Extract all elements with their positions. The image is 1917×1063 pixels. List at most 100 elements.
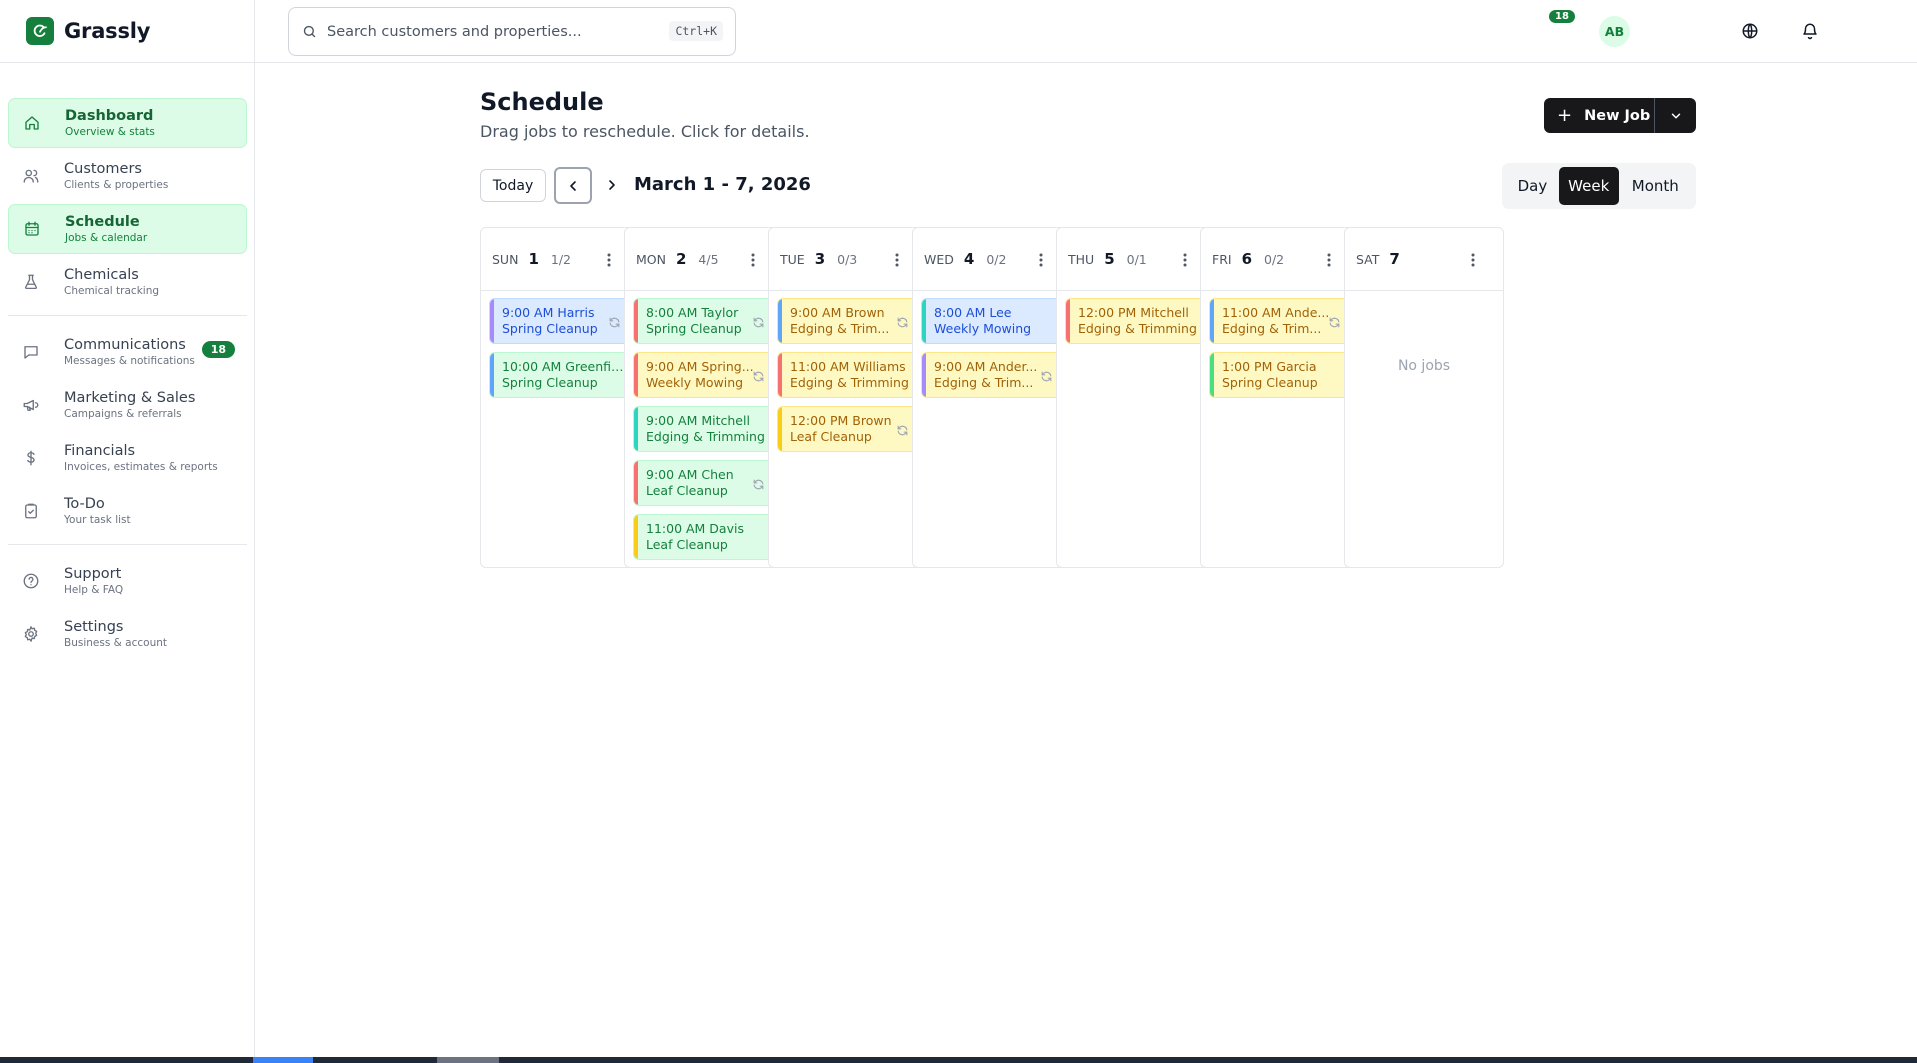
day-number: 2 [675, 250, 687, 268]
job-service: Spring Cleanup [502, 375, 598, 390]
day-jobs: 8:00 AM Lee Weekly Mowing 9:00 AM Ander...… [913, 291, 1071, 398]
sidebar-item-communications[interactable]: Communications Messages & notifications 18 [8, 327, 247, 377]
day-column-fri[interactable]: FRI 6 0/2 11:00 AM Ande... Edging & Trim... 1… [1200, 227, 1360, 568]
sidebar-item-schedule[interactable]: Schedule Jobs & calendar [8, 204, 247, 254]
avatar[interactable]: AB [1599, 16, 1630, 47]
sidebar-item-support[interactable]: Support Help & FAQ [8, 556, 247, 606]
job-time-customer: 9:00 AM Ander... [934, 359, 1038, 374]
sidebar-item-label: Financials [64, 442, 136, 459]
next-week-button[interactable] [600, 173, 624, 197]
sidebar-item-dashboard[interactable]: Dashboard Overview & stats [8, 98, 247, 148]
sidebar-item-label: Marketing & Sales [64, 389, 196, 406]
day-column-tue[interactable]: TUE 3 0/3 9:00 AM Brown Edging & Trim... 11:0… [768, 227, 928, 568]
day-completed-count: 1/2 [550, 251, 571, 267]
day-of-week: SUN [492, 251, 519, 267]
day-of-week: WED [924, 251, 954, 267]
job-card[interactable]: 11:00 AM Davis Leaf Cleanup [633, 514, 774, 560]
job-card[interactable]: 12:00 PM Brown Leaf Cleanup [777, 406, 918, 452]
job-card[interactable]: 9:00 AM Ander... Edging & Trim... [921, 352, 1062, 398]
job-time-customer: 12:00 PM Brown [790, 413, 892, 428]
sidebar-item-customers[interactable]: Customers Clients & properties [8, 151, 247, 201]
search-shortcut: Ctrl+K [669, 21, 723, 41]
day-column-mon[interactable]: MON 2 4/5 8:00 AM Taylor Spring Cleanup 9:00 … [624, 227, 784, 568]
day-column-thu[interactable]: THU 5 0/1 12:00 PM Mitchell Edging & Trimmin… [1056, 227, 1216, 568]
sidebar-nav: Dashboard Overview & stats Customers Client… [8, 98, 247, 662]
message-icon [21, 342, 41, 362]
view-month-button[interactable]: Month [1619, 167, 1692, 205]
more-vertical-icon[interactable] [892, 250, 902, 270]
job-service: Edging & Trim... [790, 321, 890, 336]
job-time-customer: 9:00 AM Chen [646, 467, 734, 482]
recurring-icon [752, 368, 765, 382]
job-card[interactable]: 12:00 PM Mitchell Edging & Trimming [1065, 298, 1206, 344]
bell-icon[interactable] [1798, 19, 1822, 43]
job-card[interactable]: 11:00 AM Williams Edging & Trimming [777, 352, 918, 398]
day-column-sat[interactable]: SAT 7 No jobs [1344, 227, 1504, 568]
today-button[interactable]: Today [480, 169, 546, 202]
sidebar-item-todo[interactable]: To-Do Your task list [8, 486, 247, 536]
job-time-customer: 9:00 AM Brown [790, 305, 885, 320]
sidebar-separator [8, 544, 247, 545]
day-column-sun[interactable]: SUN 1 1/2 9:00 AM Harris Spring Cleanup 10:00… [480, 227, 640, 568]
job-service: Spring Cleanup [502, 321, 598, 336]
new-job-button-group: + New Job [1544, 98, 1696, 133]
more-vertical-icon[interactable] [1324, 250, 1334, 270]
job-card[interactable]: 9:00 AM Mitchell Edging & Trimming [633, 406, 774, 452]
plus-icon: + [1557, 105, 1573, 126]
sidebar-item-sublabel: Campaigns & referrals [64, 407, 182, 420]
view-week-button[interactable]: Week [1558, 167, 1619, 205]
new-job-button[interactable]: + New Job [1544, 98, 1655, 133]
globe-icon[interactable] [1738, 19, 1762, 43]
job-card[interactable]: 10:00 AM Greenfiel... Spring Cleanup [489, 352, 630, 398]
sidebar-item-label: Chemicals [64, 266, 139, 283]
sidebar-item-text: Communications Messages & notifications [64, 337, 195, 368]
more-vertical-icon[interactable] [604, 250, 614, 270]
job-card[interactable]: 9:00 AM Chen Leaf Cleanup [633, 460, 774, 506]
job-card[interactable]: 8:00 AM Lee Weekly Mowing [921, 298, 1062, 344]
more-vertical-icon[interactable] [1180, 250, 1190, 270]
top-bar: Search customers and properties... Ctrl+… [255, 0, 1917, 63]
sidebar-item-financials[interactable]: Financials Invoices, estimates & reports [8, 433, 247, 483]
recurring-icon [752, 476, 765, 490]
sidebar-item-label: Settings [64, 618, 124, 635]
job-service: Edging & Trimming [790, 375, 909, 390]
day-number: 6 [1241, 250, 1252, 268]
sidebar-item-text: Marketing & Sales Campaigns & referrals [64, 390, 195, 421]
day-column-wed[interactable]: WED 4 0/2 8:00 AM Lee Weekly Mowing 9:00 AM A… [912, 227, 1072, 568]
day-of-week: THU [1068, 251, 1095, 267]
more-vertical-icon[interactable] [1468, 250, 1478, 270]
job-time-customer: 8:00 AM Taylor [646, 305, 739, 320]
dollar-icon [21, 448, 41, 468]
sidebar-item-settings[interactable]: Settings Business & account [8, 609, 247, 659]
app-logo[interactable]: Grassly [26, 17, 150, 45]
week-grid: SUN 1 1/2 9:00 AM Harris Spring Cleanup 10:00… [480, 227, 1697, 568]
sidebar-item-sublabel: Chemical tracking [64, 284, 160, 297]
app-name: Grassly [64, 19, 151, 43]
job-card[interactable]: 9:00 AM Brown Edging & Trim... [777, 298, 918, 344]
job-card[interactable]: 11:00 AM Ande... Edging & Trim... [1209, 298, 1350, 344]
new-job-dropdown-button[interactable] [1655, 109, 1696, 123]
sidebar-item-sublabel: Help & FAQ [64, 583, 124, 596]
day-completed-count: 0/2 [986, 251, 1007, 267]
view-day-button[interactable]: Day [1506, 167, 1559, 205]
job-service: Weekly Mowing [646, 375, 744, 390]
sidebar-item-marketing[interactable]: Marketing & Sales Campaigns & referrals [8, 380, 247, 430]
job-card[interactable]: 9:00 AM Spring... Weekly Mowing [633, 352, 774, 398]
search-input[interactable]: Search customers and properties... Ctrl+… [288, 7, 736, 56]
job-service: Leaf Cleanup [646, 483, 728, 498]
flask-icon [21, 272, 41, 292]
day-completed-count: 0/2 [1264, 251, 1285, 267]
more-vertical-icon[interactable] [748, 250, 758, 270]
more-vertical-icon[interactable] [1036, 250, 1046, 270]
sidebar-item-sublabel: Your task list [64, 513, 131, 526]
sidebar-item-label: Dashboard [65, 107, 154, 124]
job-time-customer: 9:00 AM Harris [502, 305, 595, 320]
sidebar-item-chemicals[interactable]: Chemicals Chemical tracking [8, 257, 247, 307]
help-circle-icon [21, 571, 41, 591]
job-card[interactable]: 8:00 AM Taylor Spring Cleanup [633, 298, 774, 344]
megaphone-icon [21, 395, 41, 415]
job-card[interactable]: 1:00 PM Garcia Spring Cleanup [1209, 352, 1350, 398]
job-card[interactable]: 9:00 AM Harris Spring Cleanup [489, 298, 630, 344]
previous-week-button[interactable] [554, 167, 592, 204]
job-time-customer: 8:00 AM Lee [934, 305, 1012, 320]
